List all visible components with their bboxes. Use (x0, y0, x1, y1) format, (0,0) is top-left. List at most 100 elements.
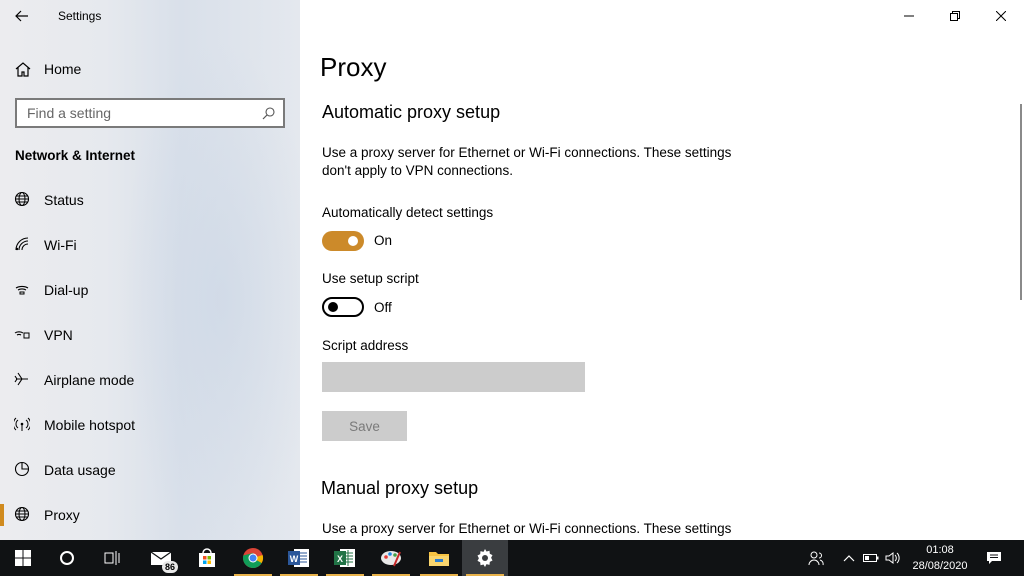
folder-icon (429, 552, 449, 566)
dialup-icon (14, 281, 32, 299)
taskbar-store[interactable] (184, 540, 230, 576)
airplane-icon (14, 371, 32, 389)
notifications-icon (987, 552, 1001, 564)
detect-settings-state: On (374, 233, 393, 248)
sidebar-item-label: Data usage (44, 462, 116, 478)
show-hidden-icons-button[interactable] (838, 540, 860, 576)
sidebar-item-label: Mobile hotspot (44, 417, 136, 433)
detect-settings-toggle[interactable] (322, 231, 364, 251)
auto-setup-description: Use a proxy server for Ethernet or Wi-Fi… (322, 145, 732, 178)
taskbar-paint[interactable] (368, 540, 414, 576)
sidebar-item-proxy[interactable]: Proxy (0, 492, 300, 537)
chrome-icon (242, 548, 264, 569)
close-icon (996, 11, 1006, 21)
auto-setup-heading: Automatic proxy setup (322, 102, 501, 122)
script-address-field[interactable] (322, 362, 585, 392)
taskbar-chrome[interactable] (230, 540, 276, 576)
taskbar-file-explorer[interactable] (416, 540, 462, 576)
sidebar-item-label: Airplane mode (44, 372, 135, 388)
back-arrow-icon (15, 10, 28, 22)
taskbar-settings[interactable] (462, 540, 508, 576)
clock[interactable]: 01:08 28/08/2020 (904, 542, 976, 574)
svg-text:X: X (337, 554, 343, 564)
search-icon[interactable] (262, 107, 275, 125)
sidebar: Settings Home Find a setting Network & I… (0, 0, 300, 540)
battery-icon (863, 554, 879, 562)
close-button[interactable] (978, 0, 1024, 32)
sidebar-item-label: VPN (44, 327, 73, 343)
mail-badge: 86 (161, 561, 178, 573)
speaker-icon (885, 552, 900, 564)
task-view-icon (104, 551, 120, 565)
back-button[interactable] (8, 4, 36, 28)
manual-setup-heading: Manual proxy setup (321, 478, 479, 498)
restore-icon (950, 11, 960, 21)
clock-time: 01:08 (926, 544, 954, 556)
toggle-knob (328, 302, 338, 312)
windows-logo-icon (15, 550, 31, 566)
sidebar-item-wifi[interactable]: Wi-Fi (0, 222, 300, 267)
manual-setup-description: Use a proxy server for Ethernet or Wi-Fi… (322, 521, 732, 536)
action-center-button[interactable] (980, 540, 1008, 576)
setup-script-toggle[interactable] (322, 297, 364, 317)
restore-button[interactable] (932, 0, 978, 32)
toggle-knob (348, 236, 358, 246)
sidebar-item-dialup[interactable]: Dial-up (0, 267, 300, 312)
volume-button[interactable] (882, 540, 904, 576)
minimize-icon (904, 15, 914, 17)
search-placeholder: Find a setting (27, 105, 112, 121)
clock-date: 28/08/2020 (912, 560, 968, 572)
word-icon: W (288, 549, 309, 567)
globe-icon (14, 191, 32, 209)
scrollbar[interactable] (1020, 104, 1022, 300)
sidebar-item-data-usage[interactable]: Data usage (0, 447, 300, 492)
vpn-icon (14, 326, 32, 344)
search-input[interactable]: Find a setting (15, 98, 285, 128)
sidebar-titlebar: Settings (0, 0, 300, 32)
save-button[interactable]: Save (322, 411, 407, 441)
sidebar-item-home[interactable]: Home (0, 52, 300, 86)
home-icon (14, 61, 32, 82)
sidebar-nav: Status Wi-Fi Dial-up VPN Airplane mode M… (0, 177, 300, 537)
sidebar-item-airplane-mode[interactable]: Airplane mode (0, 357, 300, 402)
taskbar: 86 W X 01:08 28/08/2020 (0, 540, 1024, 576)
taskbar-excel[interactable]: X (322, 540, 368, 576)
search-button[interactable] (44, 540, 90, 576)
sidebar-item-label: Dial-up (44, 282, 89, 298)
hotspot-icon (12, 416, 32, 434)
sidebar-item-label: Proxy (44, 507, 80, 523)
wifi-icon (14, 236, 32, 254)
svg-text:W: W (290, 554, 299, 564)
app-title: Settings (58, 9, 102, 23)
section-heading: Network & Internet (15, 148, 136, 163)
minimize-button[interactable] (886, 0, 932, 32)
sidebar-item-mobile-hotspot[interactable]: Mobile hotspot (0, 402, 300, 447)
cortana-circle-icon (60, 551, 74, 565)
home-label: Home (44, 61, 82, 77)
excel-icon: X (334, 549, 355, 567)
sidebar-item-status[interactable]: Status (0, 177, 300, 222)
setup-script-label: Use setup script (322, 271, 419, 286)
sidebar-item-label: Wi-Fi (44, 237, 77, 253)
script-address-label: Script address (322, 338, 409, 353)
globe-icon (14, 506, 32, 524)
page-title: Proxy (320, 52, 387, 82)
gear-icon (477, 549, 493, 567)
task-view-button[interactable] (90, 540, 136, 576)
taskbar-word[interactable]: W (276, 540, 322, 576)
chevron-up-icon (843, 555, 855, 562)
sidebar-item-vpn[interactable]: VPN (0, 312, 300, 357)
battery-button[interactable] (860, 540, 882, 576)
window-controls (886, 0, 1024, 32)
people-button[interactable] (804, 540, 828, 576)
start-button[interactable] (0, 540, 46, 576)
detect-settings-label: Automatically detect settings (322, 205, 494, 220)
sidebar-item-label: Status (44, 192, 84, 208)
data-usage-icon (14, 461, 32, 479)
people-icon (808, 551, 824, 566)
setup-script-state: Off (374, 300, 392, 315)
main-content: Proxy Automatic proxy setup Use a proxy … (300, 0, 1024, 540)
paint-icon (381, 551, 401, 567)
taskbar-mail[interactable]: 86 (138, 540, 184, 576)
store-icon (199, 548, 215, 567)
